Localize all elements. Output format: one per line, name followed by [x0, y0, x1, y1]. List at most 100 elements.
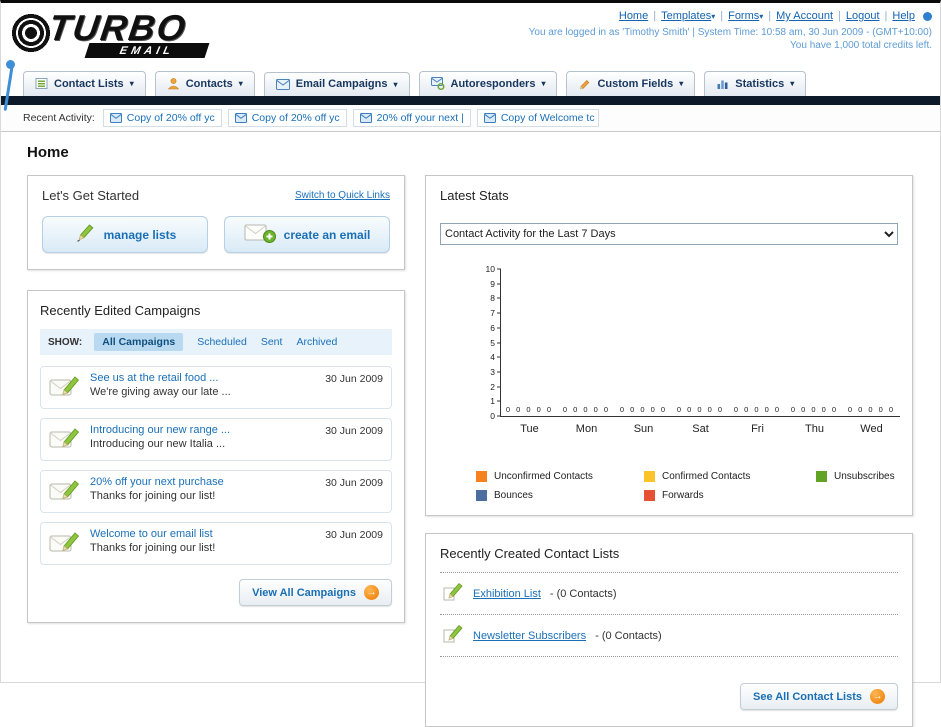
campaign-subtitle: Introducing our new Italia ...	[90, 438, 226, 450]
chevron-down-icon: ▾	[541, 79, 546, 88]
main-nav: Contact Lists ▾ Contacts ▾ Email Campaigns ▾ A…	[1, 65, 940, 96]
nav-tab-label: Contacts	[185, 77, 233, 90]
contact-list-row[interactable]: Exhibition List - (0 Contacts)	[440, 573, 898, 615]
recent-activity-bar: Recent Activity: Copy of 20% off yc Copy …	[1, 105, 940, 132]
top-nav-separator: |	[768, 10, 772, 22]
legend-swatch	[644, 471, 655, 482]
nav-tab-autoresponders[interactable]: Autoresponders ▾	[418, 71, 558, 96]
nav-tab-label: Custom Fields	[597, 77, 674, 90]
campaign-title-link[interactable]: Welcome to our email list	[90, 528, 316, 540]
top-link-templates[interactable]: Templates ▾	[661, 10, 715, 22]
legend-item-bounces: Bounces	[476, 490, 644, 501]
view-all-campaigns-label: View All Campaigns	[252, 586, 356, 599]
chart-category-label: Sun	[633, 423, 654, 435]
nav-tab-label: Email Campaigns	[295, 78, 388, 90]
chevron-down-icon: ▾	[393, 79, 398, 89]
chart-bar-values: 0 0 0 0 0	[505, 405, 554, 414]
top-link-my-account[interactable]: My Account	[776, 10, 833, 22]
recent-activity-item[interactable]: Copy of 20% off yc	[227, 109, 347, 127]
top-nav-separator: |	[653, 10, 657, 22]
chart-y-tick-label: 5	[490, 337, 495, 348]
stats-range-select[interactable]: Contact Activity for the Last 7 Days	[440, 223, 898, 245]
chart-y-tick-label: 1	[490, 396, 495, 407]
campaign-row[interactable]: 20% off your next purchase Thanks for joi…	[40, 470, 392, 513]
top-link-logout[interactable]: Logout	[846, 10, 880, 22]
login-info: You are logged in as 'Timothy Smith' | S…	[528, 27, 932, 38]
campaign-subtitle: Thanks for joining our list!	[90, 490, 216, 502]
campaign-title-link[interactable]: 20% off your next purchase	[90, 476, 316, 488]
chart-y-tick-label: 0	[490, 411, 495, 421]
nav-tab-label: Contact Lists	[54, 77, 124, 90]
chart-y-tick-label: 3	[490, 366, 495, 377]
autoresponder-icon	[430, 77, 445, 90]
chart-group: 0 0 0 0 0 Sat	[672, 269, 729, 435]
nav-tab-statistics[interactable]: Statistics ▾	[704, 71, 807, 96]
chart-y-tick-label: 6	[490, 322, 495, 333]
manage-lists-button[interactable]: manage lists	[42, 216, 208, 253]
nav-tab-contacts[interactable]: Contacts ▾	[154, 71, 255, 96]
contact-activity-chart: 0 1 2 3 4 5 6 7 8 9 10 0 0 0 0 0 Tue 0 0 0 0 0 Mon 0 0 …	[466, 264, 906, 457]
recent-activity-item[interactable]: Copy of Welcome tc	[476, 109, 599, 127]
recent-campaigns-panel: Recently Edited Campaigns SHOW: All Camp…	[27, 290, 405, 623]
turbo-email-logo: TURBO EMAIL	[9, 5, 259, 61]
recent-activity-item[interactable]: 20% off your next |	[352, 109, 471, 127]
chart-category-label: Fri	[751, 423, 764, 435]
campaign-title-link[interactable]: See us at the retail food ...	[90, 372, 316, 384]
contact-list-row[interactable]: Newsletter Subscribers - (0 Contacts)	[440, 615, 898, 657]
arrow-right-icon: →	[870, 689, 885, 704]
campaign-filter-archived[interactable]: Archived	[296, 336, 337, 348]
chart-y-tick-label: 7	[490, 308, 495, 319]
activity-items: Copy of 20% off yc Copy of 20% off yc 20% …	[102, 109, 599, 127]
chart-bar-values: 0 0 0 0 0	[562, 405, 611, 414]
legend-swatch	[476, 471, 487, 482]
envelope-icon	[275, 78, 290, 90]
show-label: SHOW:	[48, 336, 83, 348]
logo-banner: EMAIL	[84, 43, 210, 58]
contact-list-link[interactable]: Newsletter Subscribers	[473, 630, 586, 642]
top-link-help[interactable]: Help	[892, 10, 915, 22]
chevron-down-icon: ▾	[759, 12, 764, 21]
campaign-filter-sent[interactable]: Sent	[261, 336, 283, 348]
chart-bar-values: 0 0 0 0 0	[847, 405, 896, 414]
switch-to-quick-links[interactable]: Switch to Quick Links	[295, 190, 390, 201]
chart-y-tick-label: 10	[485, 264, 495, 274]
get-started-title: Let's Get Started	[42, 188, 140, 203]
legend-item-unconfirmed-contacts: Unconfirmed Contacts	[476, 471, 644, 482]
recent-activity-item[interactable]: Copy of 20% off yc	[102, 109, 222, 127]
chart-plot-area: 0 1 2 3 4 5 6 7 8 9 10 0 0 0 0 0 Tue 0 0 0 0 0 Mon 0 0 …	[486, 264, 900, 435]
credits-info: You have 1,000 total credits left.	[790, 40, 932, 51]
nav-tab-custom-fields[interactable]: Custom Fields ▾	[566, 71, 696, 96]
campaign-row[interactable]: Introducing our new range ... Introducing…	[40, 418, 392, 461]
chart-bar-values: 0 0 0 0 0	[790, 405, 839, 414]
view-all-campaigns-button[interactable]: View All Campaigns →	[239, 579, 392, 606]
chart-category-label: Thu	[805, 423, 824, 435]
chart-bar-values: 0 0 0 0 0	[733, 405, 782, 414]
contact-list-link[interactable]: Exhibition List	[473, 588, 541, 600]
campaign-row[interactable]: See us at the retail food ... We're givin…	[40, 366, 392, 409]
pencil-icon	[442, 624, 464, 647]
nav-tab-email-campaigns[interactable]: Email Campaigns ▾	[263, 72, 410, 96]
campaign-filter-all-campaigns[interactable]: All Campaigns	[94, 333, 184, 351]
top-nav-separator: |	[838, 10, 841, 22]
chevron-down-icon: ▾	[238, 79, 243, 88]
campaign-title-link[interactable]: Introducing our new range ...	[90, 424, 316, 436]
legend-item-forwards: Forwards	[644, 490, 816, 501]
campaign-row[interactable]: Welcome to our email list Thanks for join…	[40, 522, 392, 565]
chevron-down-icon: ▾	[679, 79, 684, 88]
activity-item-label: Copy of 20% off yc	[126, 112, 215, 124]
top-link-home[interactable]: Home	[619, 10, 648, 22]
see-all-contact-lists-button[interactable]: See All Contact Lists →	[739, 683, 898, 710]
legend-label: Unconfirmed Contacts	[494, 471, 593, 482]
chart-legend: Unconfirmed Contacts Confirmed Contacts Un…	[476, 471, 898, 501]
chart-y-tick-label: 9	[490, 278, 495, 289]
campaign-filter-scheduled[interactable]: Scheduled	[197, 336, 247, 348]
top-link-forms[interactable]: Forms ▾	[728, 10, 763, 22]
campaign-subtitle: Thanks for joining our list!	[90, 542, 216, 554]
nav-tab-contact-lists[interactable]: Contact Lists ▾	[23, 71, 146, 96]
chevron-down-icon: ▾	[711, 12, 716, 21]
campaign-list: See us at the retail food ... We're givin…	[40, 366, 392, 565]
create-email-button[interactable]: create an email	[224, 216, 390, 253]
stats-panel-title: Latest Stats	[440, 188, 509, 203]
left-column: Let's Get Started Switch to Quick Links …	[27, 175, 405, 623]
see-all-contact-lists-label: See All Contact Lists	[752, 690, 862, 703]
